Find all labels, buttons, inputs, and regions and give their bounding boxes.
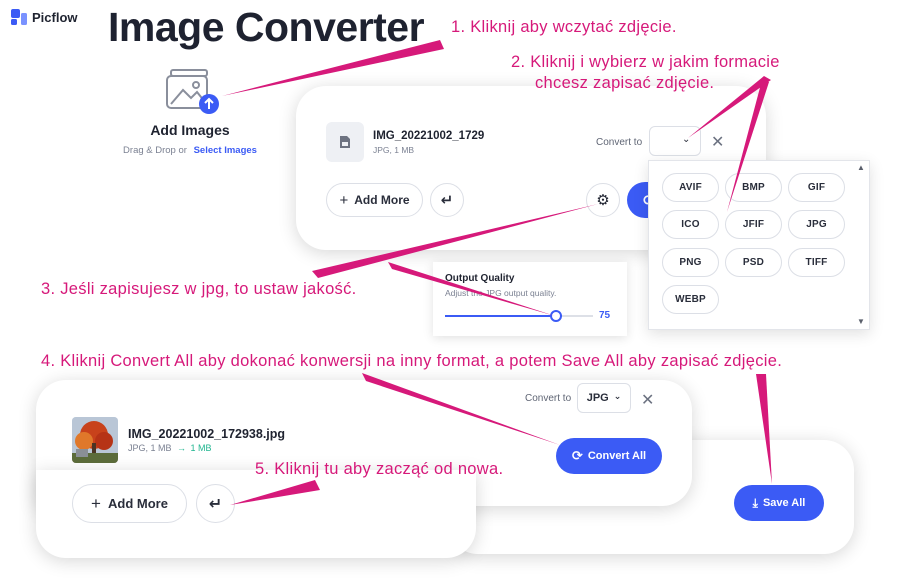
arrow-4b xyxy=(756,374,772,484)
arrow-1 xyxy=(222,40,444,96)
arrow-5 xyxy=(230,480,320,505)
arrow-2b xyxy=(727,80,769,212)
annotation-5: 5. Kliknij tu aby zacząć od nowa. xyxy=(255,460,504,478)
annotation-1: 1. Kliknij aby wczytać zdjęcie. xyxy=(451,18,677,36)
annotation-4: 4. Kliknij Convert All aby dokonać konwe… xyxy=(41,352,783,370)
annotation-3: 3. Jeśli zapisujesz w jpg, to ustaw jako… xyxy=(41,280,357,298)
annotation-2-line1: 2. Kliknij i wybierz w jakim formacie xyxy=(511,53,780,71)
annotation-2-line2: chcesz zapisać zdjęcie. xyxy=(535,74,715,92)
arrow-3a xyxy=(312,204,598,278)
arrow-4a xyxy=(362,373,560,445)
arrow-3b xyxy=(388,262,555,316)
